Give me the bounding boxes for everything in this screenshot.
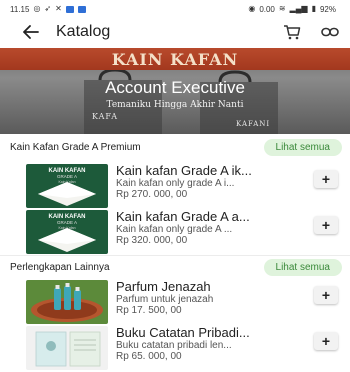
notification-icon: ◎ (33, 4, 41, 13)
product-info: Buku Catatan Pribadi... Buku catatan pri… (116, 326, 296, 362)
app-bar: Katalog (0, 18, 350, 46)
product-description: Kain kafan only grade A ... (116, 224, 233, 235)
add-to-cart-button[interactable]: + (314, 170, 338, 188)
status-time: 11.15 (10, 4, 30, 14)
close-notification-icon: ✕ (55, 4, 62, 13)
thumb-line3: Kain Kafan (58, 226, 75, 230)
product-description: Kain kafan only grade A i... (116, 178, 235, 189)
thumb-line2: GRADE A (57, 174, 77, 179)
product-name: Kain kafan Grade A ik... (116, 164, 252, 178)
alarm-icon: ◉ (248, 4, 256, 13)
product-info: Parfum Jenazah Parfum untuk jenazah Rp 1… (116, 280, 296, 316)
status-left: 11.15 ◎ ➶ ✕ (10, 5, 86, 14)
product-info: Kain kafan Grade A a... Kain kafan only … (116, 210, 296, 246)
page-title: Katalog (56, 23, 111, 40)
see-all-button[interactable]: Lihat semua (263, 138, 342, 156)
add-to-cart-button[interactable]: + (314, 216, 338, 234)
product-item[interactable]: KAIN KAFAN GRADE A Kain Kafan Kain kafan… (0, 164, 350, 214)
thumb-line2: GRADE A (57, 220, 77, 225)
add-to-cart-button[interactable]: + (314, 286, 338, 304)
battery-percent: 92% (319, 4, 336, 14)
product-name: Kain kafan Grade A a... (116, 210, 250, 224)
back-arrow-icon[interactable] (22, 23, 40, 41)
product-price: Rp 65. 000, 00 (116, 351, 182, 362)
product-price: Rp 270. 000, 00 (116, 189, 188, 200)
status-right: ◉ 0.00 ≋ ▂▄▆ ▮ 92% (248, 5, 336, 14)
section-title: Perlengkapan Lainnya (10, 261, 110, 273)
signal-icon: ▂▄▆ (289, 4, 308, 13)
promo-banner[interactable]: KAIN KAFAN Account Executive Temaniku Hi… (0, 48, 350, 134)
banner-brand: KAIN KAFAN (111, 50, 239, 69)
product-item[interactable]: Buku Catatan Pribadi... Buku catatan pri… (0, 326, 350, 372)
send-icon: ➶ (44, 4, 52, 13)
product-name: Buku Catatan Pribadi... (116, 326, 250, 340)
product-item[interactable]: KAIN KAFAN GRADE A Kain Kafan Kain kafan… (0, 210, 350, 260)
product-price: Rp 17. 500, 00 (116, 305, 182, 316)
app-notification-icon-2 (77, 5, 86, 13)
thumb-line3: Kain Kafan (58, 180, 75, 184)
section-header-kain-kafan: Kain Kafan Grade A Premium Lihat semua (0, 137, 350, 157)
wifi-icon: ≋ (278, 4, 286, 13)
product-thumbnail: KAIN KAFAN GRADE A Kain Kafan (26, 164, 108, 208)
cart-icon[interactable] (282, 22, 302, 42)
app-notification-icon (65, 5, 74, 13)
see-all-button[interactable]: Lihat semua (263, 258, 342, 276)
section-divider (0, 255, 350, 256)
section-title: Kain Kafan Grade A Premium (10, 141, 141, 153)
product-description: Buku catatan pribadi len... (116, 340, 232, 351)
product-price: Rp 320. 000, 00 (116, 235, 188, 246)
product-thumbnail (26, 280, 108, 324)
link-icon[interactable] (320, 22, 340, 42)
product-item[interactable]: Parfum Jenazah Parfum untuk jenazah Rp 1… (0, 280, 350, 330)
battery-icon: ▮ (311, 4, 316, 13)
product-thumbnail: KAIN KAFAN GRADE A Kain Kafan (26, 210, 108, 254)
add-to-cart-button[interactable]: + (314, 332, 338, 350)
product-info: Kain kafan Grade A ik... Kain kafan only… (116, 164, 296, 200)
data-speed: 0.00 (259, 4, 275, 14)
section-header-perlengkapan: Perlengkapan Lainnya Lihat semua (0, 257, 350, 277)
status-bar: 11.15 ◎ ➶ ✕ ◉ 0.00 ≋ ▂▄▆ ▮ 92% (0, 0, 350, 18)
product-description: Parfum untuk jenazah (116, 294, 214, 305)
product-name: Parfum Jenazah (116, 280, 211, 294)
banner-subtitle: Temaniku Hingga Akhir Nanti (106, 100, 244, 110)
banner-logo-right: KAFANI (236, 120, 271, 128)
banner-logo-left: KAFA (92, 112, 119, 121)
banner-heading: Account Executive (105, 78, 245, 97)
product-thumbnail (26, 326, 108, 370)
